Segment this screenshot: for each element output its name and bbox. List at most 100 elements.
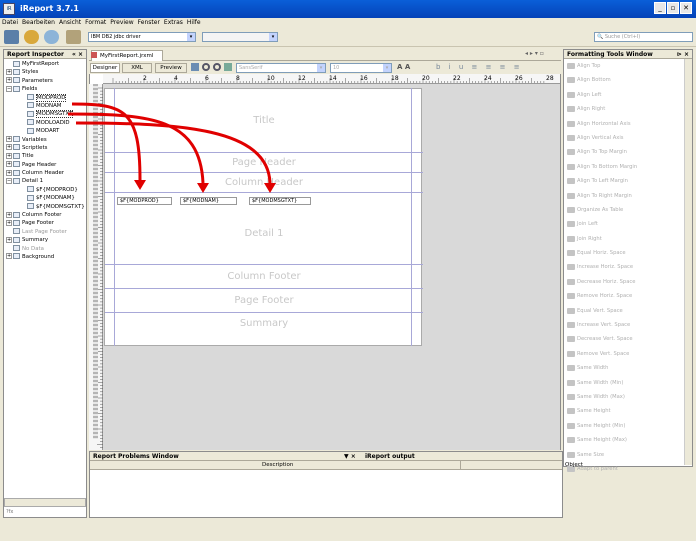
formatting-tool-label: Remove Horiz. Space (577, 293, 633, 300)
formatting-tool-label: Align To Right Margin (577, 192, 632, 199)
formatting-tool-item[interactable]: Decrease Vert. Space (564, 332, 692, 346)
formatting-tool-item[interactable]: Same Height (564, 404, 692, 418)
formatting-tool-item[interactable]: Same Width (Max) (564, 390, 692, 404)
formatting-tool-label: Align To Left Margin (577, 178, 628, 185)
format-tool-icon (567, 451, 575, 458)
formatting-tool-label: Align Vertical Axis (577, 134, 624, 141)
formatting-tool-label: Decrease Vert. Space (577, 336, 633, 343)
format-tool-icon (567, 221, 575, 228)
formatting-tool-label: Same Width (Min) (577, 379, 624, 386)
formatting-tool-label: Align Top (577, 63, 601, 69)
formatting-tool-label: Adapt to parent (577, 465, 618, 472)
format-tool-icon (567, 422, 575, 429)
format-tool-icon (567, 77, 575, 84)
formatting-tool-label: Same Height (Min) (577, 422, 626, 429)
formatting-tool-label: Align Left (577, 91, 602, 98)
formatting-tool-item[interactable]: Align Left (564, 88, 692, 102)
format-tool-icon (567, 408, 575, 415)
formatting-tool-item[interactable]: Align Vertical Axis (564, 131, 692, 145)
formatting-tool-item[interactable]: Join Right (564, 232, 692, 246)
formatting-tool-label: Join Right (577, 235, 602, 242)
formatting-tool-item[interactable]: Align Horizontal Axis (564, 117, 692, 131)
formatting-tool-item[interactable]: Adapt to parent (564, 462, 692, 476)
format-tool-icon (567, 264, 575, 271)
formatting-tool-label: Same Height (577, 408, 611, 415)
format-tool-icon (567, 293, 575, 300)
formatting-tool-item[interactable]: Increase Vert. Space (564, 318, 692, 332)
formatting-tool-label: Same Size (577, 451, 605, 458)
formatting-tool-label: Join Left (577, 221, 598, 228)
formatting-tool-list: Align Top Align Bottom Align Left Align Rig… (564, 59, 692, 476)
format-tool-icon (567, 379, 575, 386)
arrow-modmsgtxt (75, 121, 272, 184)
tab-ireport-output[interactable]: iReport output (365, 452, 415, 461)
format-tool-icon (567, 350, 575, 357)
formatting-tool-item[interactable]: Align Top (564, 59, 692, 73)
format-tool-icon (567, 393, 575, 400)
format-tool-icon (567, 163, 575, 170)
format-tool-icon (567, 437, 575, 444)
format-tool-icon (567, 336, 575, 343)
formatting-tool-item[interactable]: Same Size (564, 448, 692, 462)
format-tool-icon (567, 134, 575, 141)
formatting-tool-item[interactable]: Align Bottom (564, 73, 692, 87)
formatting-tool-item[interactable]: Same Width (Min) (564, 376, 692, 390)
formatting-tool-item[interactable]: Align To Left Margin (564, 174, 692, 188)
arrowhead-modprod (134, 180, 146, 190)
column-divider (460, 461, 461, 470)
status-bar (0, 519, 696, 541)
formatting-tool-label: Same Width (Max) (577, 393, 625, 400)
formatting-tool-label: Align To Bottom Margin (577, 163, 638, 170)
problems-table-header: Description Object (90, 461, 583, 470)
formatting-controls[interactable]: ⊳ × (677, 50, 689, 59)
formatting-tool-item[interactable]: Same Height (Max) (564, 433, 692, 447)
col-object[interactable]: Object (565, 461, 583, 470)
formatting-tool-label: Align Bottom (577, 77, 611, 84)
format-tool-icon (567, 235, 575, 242)
formatting-tool-item[interactable]: Remove Vert. Space (564, 347, 692, 361)
format-tool-icon (567, 322, 575, 329)
formatting-tool-label: Equal Horiz. Space (577, 250, 626, 257)
formatting-tool-label: Organize As Table (577, 206, 624, 213)
formatting-tool-item[interactable]: Equal Horiz. Space (564, 246, 692, 260)
format-tool-icon (567, 178, 575, 185)
arrowhead-modmsgtxt (264, 183, 276, 193)
formatting-tool-item[interactable]: Align To Bottom Margin (564, 160, 692, 174)
arrowhead-modnam (197, 183, 209, 193)
format-tool-icon (567, 250, 575, 257)
formatting-title: Formatting Tools Window ⊳ × (564, 50, 692, 59)
formatting-tool-item[interactable]: Align Right (564, 102, 692, 116)
problems-controls[interactable]: ▼ × (344, 452, 356, 461)
formatting-tool-item[interactable]: Align To Right Margin (564, 189, 692, 203)
formatting-tool-item[interactable]: Organize As Table (564, 203, 692, 217)
format-tool-icon (567, 149, 575, 156)
formatting-tool-label: Increase Horiz. Space (577, 264, 634, 271)
formatting-tool-label: Equal Vert. Space (577, 307, 623, 314)
formatting-tool-item[interactable]: Equal Vert. Space (564, 304, 692, 318)
formatting-tool-item[interactable]: Decrease Horiz. Space (564, 275, 692, 289)
formatting-tools-panel: Formatting Tools Window ⊳ × Align Top Alig… (563, 49, 693, 472)
formatting-tool-item[interactable]: Align To Top Margin (564, 145, 692, 159)
formatting-tool-label: Same Height (Max) (577, 437, 627, 444)
formatting-tool-label: Align Horizontal Axis (577, 120, 631, 127)
formatting-tool-label: Align To Top Margin (577, 149, 627, 156)
format-tool-icon (567, 307, 575, 314)
format-tool-icon (567, 63, 575, 69)
formatting-tool-label: Align Right (577, 106, 606, 113)
formatting-tool-label: Increase Vert. Space (577, 322, 631, 329)
formatting-tool-label: Remove Vert. Space (577, 350, 630, 357)
formatting-tool-item[interactable]: Join Left (564, 217, 692, 231)
formatting-tool-item[interactable]: Same Width (564, 361, 692, 375)
format-tool-icon (567, 106, 575, 113)
col-description[interactable]: Description (262, 461, 293, 470)
format-tool-icon (567, 192, 575, 199)
format-tool-icon (567, 278, 575, 285)
formatting-scrollbar[interactable] (684, 59, 692, 465)
formatting-tool-item[interactable]: Increase Horiz. Space (564, 260, 692, 274)
formatting-tool-item[interactable]: Remove Horiz. Space (564, 289, 692, 303)
format-tool-icon (567, 120, 575, 127)
formatting-tool-label: Decrease Horiz. Space (577, 278, 636, 285)
report-problems-panel: Report Problems Window ▼ × iReport output … (89, 451, 583, 518)
formatting-tool-item[interactable]: Same Height (Min) (564, 419, 692, 433)
format-tool-icon (567, 91, 575, 98)
